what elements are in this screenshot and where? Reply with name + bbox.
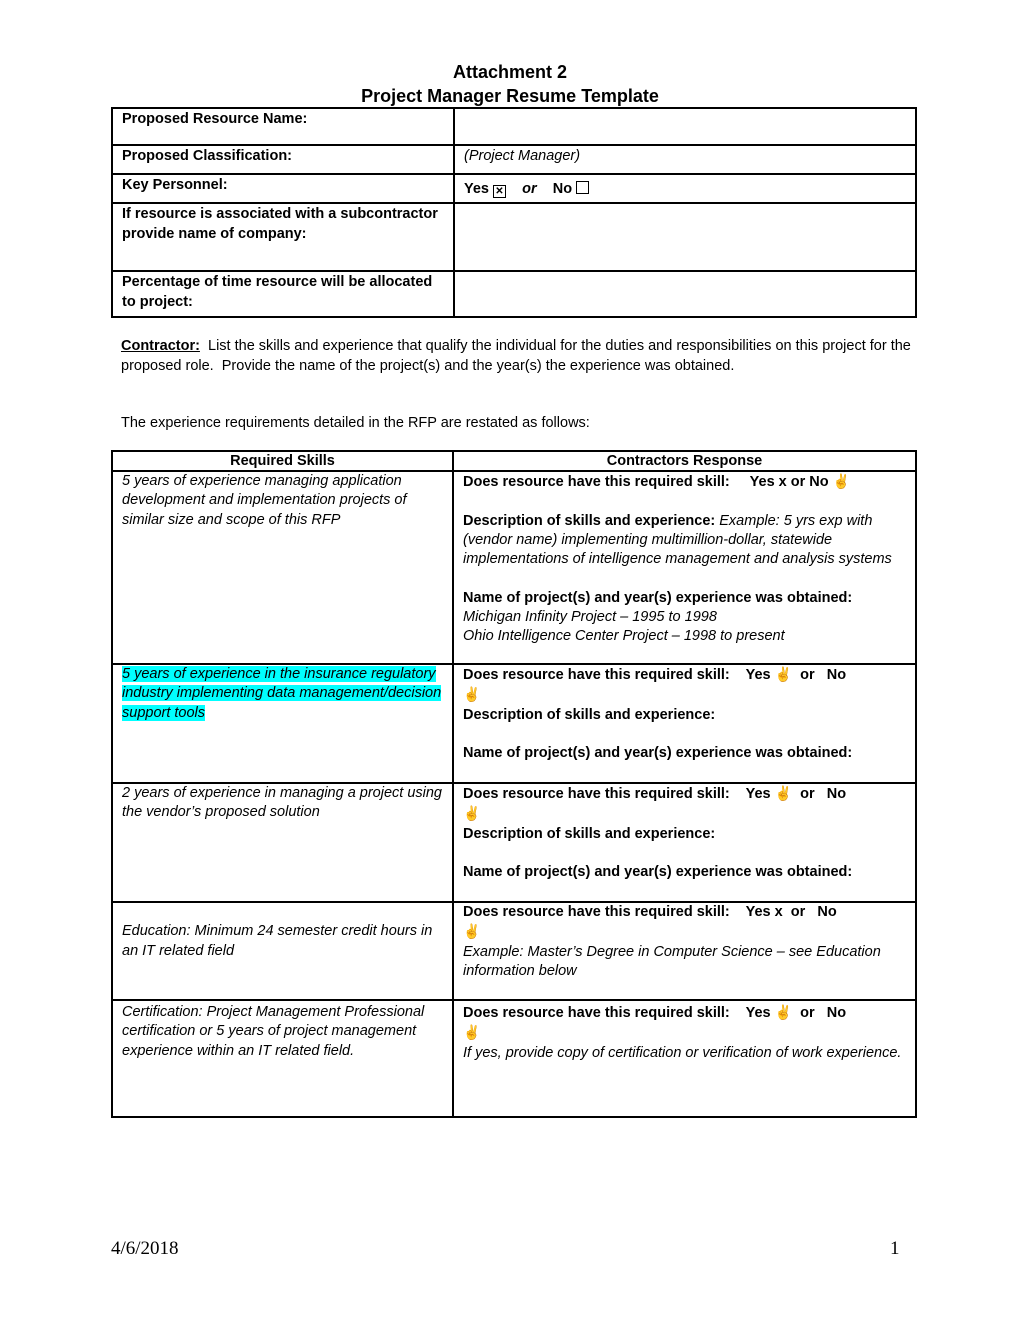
project-label: Name of project(s) and year(s) experienc… <box>463 589 853 606</box>
key-personnel-label: Key Personnel: <box>111 173 455 204</box>
or-no-label: or No <box>800 1005 847 1021</box>
restated-text: The experience requirements detailed in … <box>121 415 590 431</box>
skill-question: Does resource have this required skill: <box>463 667 730 683</box>
skill-description: 2 years of experience in managing a proj… <box>111 782 454 903</box>
education-note: Example: Master’s Degree in Computer Sci… <box>463 943 881 979</box>
skill-answer: Yes x or No <box>745 904 837 920</box>
time-allocation-label: Percentage of time resource will be allo… <box>111 270 455 318</box>
skill-row: 5 years of experience managing applicati… <box>111 470 917 665</box>
project-label: Name of project(s) and year(s) experienc… <box>463 864 853 881</box>
attachment-title: Attachment 2 <box>452 62 568 82</box>
skill-question: Does resource have this required skill: <box>463 786 730 802</box>
classification-field[interactable]: (Project Manager) <box>453 144 917 175</box>
dove-checkbox-icon[interactable]: ✌ <box>833 473 850 489</box>
yes-label: Yes <box>745 667 771 683</box>
key-personnel-or-label: or <box>522 181 537 197</box>
project-entry: Michigan Infinity Project – 1995 to 1998 <box>463 609 717 626</box>
resource-name-row: Proposed Resource Name: <box>111 107 917 146</box>
skills-header-row: Required Skills Contractors Response <box>111 450 917 472</box>
time-allocation-field[interactable] <box>453 270 917 318</box>
resource-name-field[interactable] <box>453 107 917 146</box>
skill-description: Certification: Project Management Profes… <box>111 999 454 1118</box>
skill-response[interactable]: Does resource have this required skill: … <box>452 999 917 1118</box>
contractors-response-header: Contractors Response <box>452 450 917 472</box>
yes-label: Yes <box>745 1005 771 1021</box>
yes-label: Yes <box>745 786 771 802</box>
highlighted-skill-text: 5 years of experience in the insurance r… <box>122 666 442 721</box>
contractor-instructions: Contractor: List the skills and experien… <box>121 337 911 376</box>
subcontractor-label: If resource is associated with a subcont… <box>111 202 455 272</box>
skill-answer: Yes x or No <box>749 474 829 490</box>
resource-name-label: Proposed Resource Name: <box>111 107 455 146</box>
skill-response[interactable]: Does resource have this required skill: … <box>452 782 917 903</box>
classification-label: Proposed Classification: <box>111 144 455 175</box>
dove-checkbox-icon[interactable]: ✌ <box>463 1024 480 1040</box>
page-number: 1 <box>890 1238 900 1259</box>
dove-checkbox-icon[interactable]: ✌ <box>775 1004 792 1020</box>
dove-checkbox-icon[interactable]: ✌ <box>775 785 792 801</box>
skill-question: Does resource have this required skill: <box>463 904 730 920</box>
skill-response[interactable]: Does resource have this required skill: … <box>452 663 917 784</box>
skill-description: Education: Minimum 24 semester credit ho… <box>111 901 454 1001</box>
dove-checkbox-icon[interactable]: ✌ <box>463 805 480 821</box>
subcontractor-field[interactable] <box>453 202 917 272</box>
classification-row: Proposed Classification: (Project Manage… <box>111 144 917 175</box>
certification-note: If yes, provide copy of certification or… <box>463 1044 902 1061</box>
or-no-label: or No <box>800 786 847 802</box>
desc-label: Description of skills and experience: <box>463 825 716 842</box>
resource-info-table: Proposed Resource Name: Proposed Classif… <box>111 107 917 318</box>
key-personnel-field: Yes ✕ or No <box>453 173 917 204</box>
project-entry: Ohio Intelligence Center Project – 1998 … <box>463 628 785 645</box>
contractor-label: Contractor: <box>121 338 200 354</box>
desc-label: Description of skills and experience: <box>463 512 716 529</box>
skill-row: 5 years of experience in the insurance r… <box>111 663 917 784</box>
skill-description: 5 years of experience managing applicati… <box>111 470 454 665</box>
key-personnel-yes-checkbox[interactable]: ✕ <box>493 185 506 198</box>
skill-description: 5 years of experience in the insurance r… <box>111 663 454 784</box>
skill-response[interactable]: Does resource have this required skill: … <box>452 470 917 665</box>
required-skills-header: Required Skills <box>111 450 454 472</box>
skills-table: Required Skills Contractors Response 5 y… <box>111 450 917 1118</box>
contractor-text: List the skills and experience that qual… <box>121 338 915 374</box>
dove-checkbox-icon[interactable]: ✌ <box>775 666 792 682</box>
skill-question: Does resource have this required skill: <box>463 1005 730 1021</box>
skill-row: Certification: Project Management Profes… <box>111 999 917 1118</box>
skill-text: Education: Minimum 24 semester credit ho… <box>122 923 433 959</box>
skill-row: Education: Minimum 24 semester credit ho… <box>111 901 917 1001</box>
or-no-label: or No <box>800 667 847 683</box>
dove-checkbox-icon[interactable]: ✌ <box>463 923 480 939</box>
skill-question: Does resource have this required skill: <box>463 474 730 490</box>
time-allocation-row: Percentage of time resource will be allo… <box>111 270 917 318</box>
key-personnel-yes-label: Yes <box>464 181 489 197</box>
desc-label: Description of skills and experience: <box>463 706 716 723</box>
document-title: Project Manager Resume Template <box>361 86 659 106</box>
key-personnel-no-label: No <box>552 181 573 197</box>
project-label: Name of project(s) and year(s) experienc… <box>463 745 853 762</box>
skill-response[interactable]: Does resource have this required skill: … <box>452 901 917 1001</box>
key-personnel-no-checkbox[interactable] <box>576 181 590 194</box>
dove-checkbox-icon[interactable]: ✌ <box>463 686 480 702</box>
subcontractor-row: If resource is associated with a subcont… <box>111 202 917 272</box>
skill-row: 2 years of experience in managing a proj… <box>111 782 917 903</box>
key-personnel-row: Key Personnel: Yes ✕ or No <box>111 173 917 204</box>
footer-date: 4/6/2018 <box>111 1238 179 1259</box>
